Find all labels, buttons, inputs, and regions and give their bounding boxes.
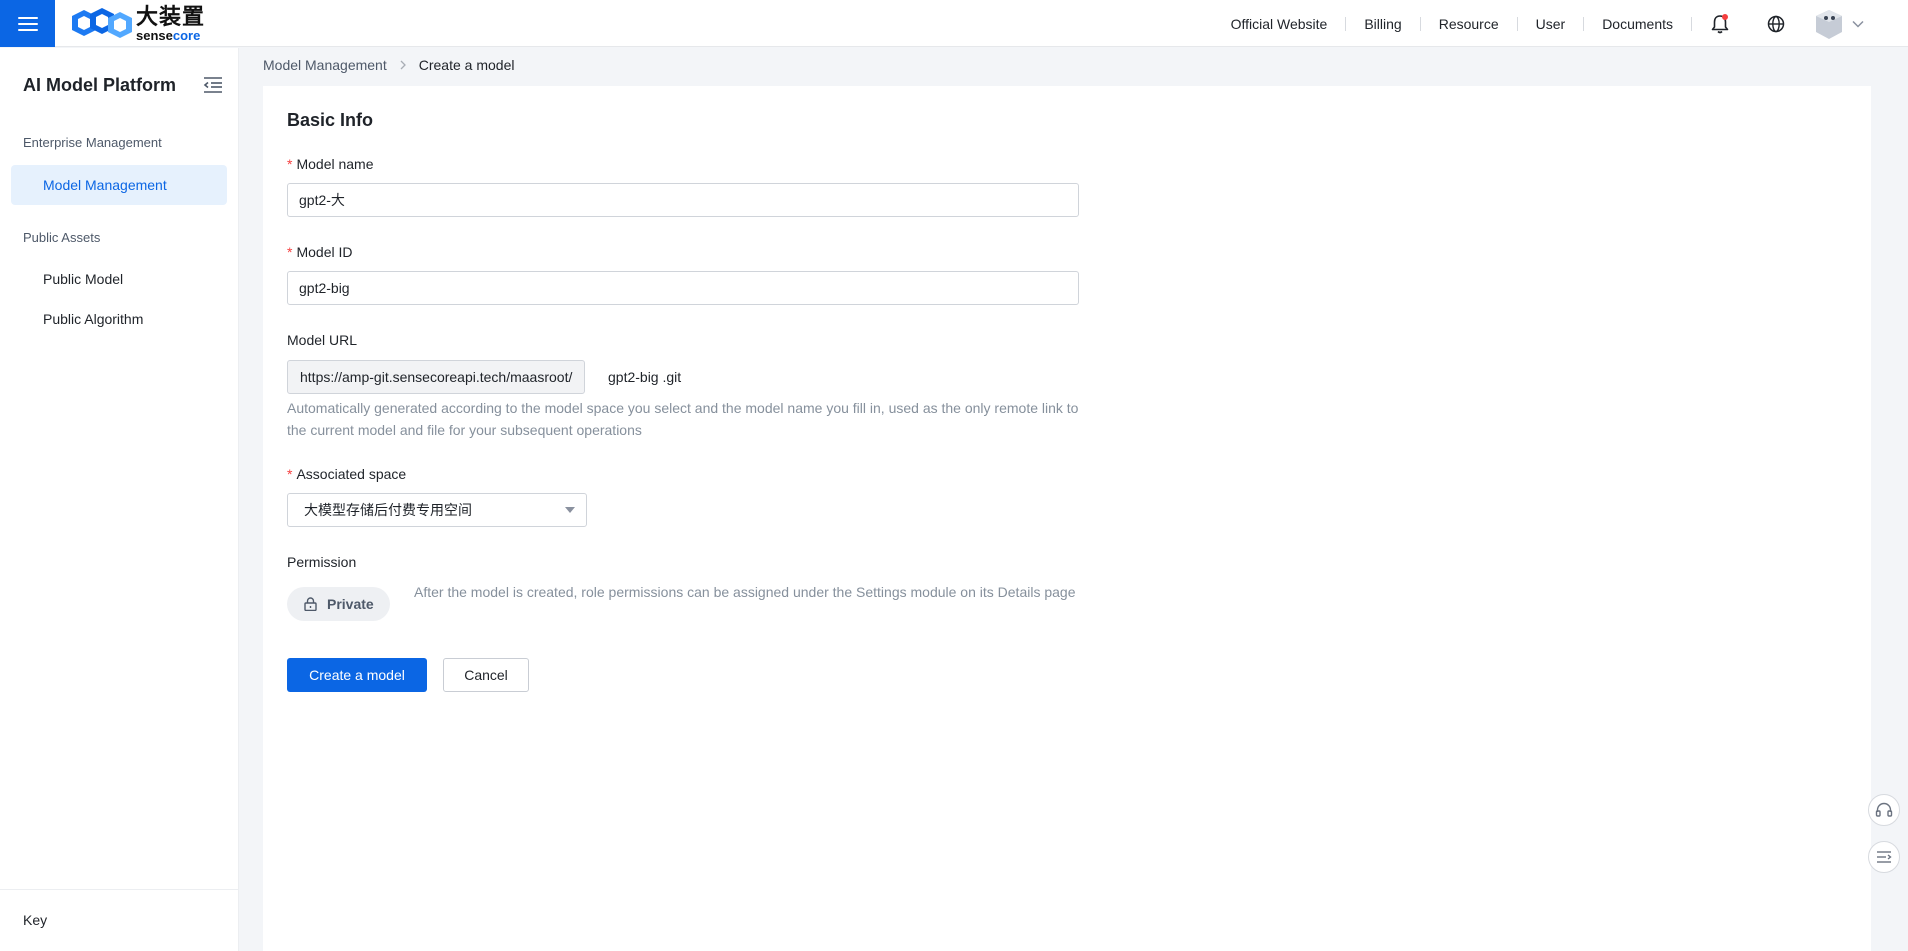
support-button[interactable] [1868,794,1900,826]
sidebar-item-model-management[interactable]: Model Management [11,165,227,205]
model-url-label: Model URL [287,332,358,348]
headset-icon [1875,802,1893,817]
list-indent-icon [1877,851,1892,863]
top-nav: Official Website Billing Resource User D… [1213,0,1908,47]
hamburger-icon [17,16,38,31]
menu-button[interactable] [0,0,55,47]
model-name-input[interactable] [287,183,1079,217]
notification-dot [1722,14,1728,20]
user-menu[interactable] [1804,0,1908,47]
model-id-label: * Model ID [287,244,353,260]
required-mark: * [287,156,293,172]
menu-toggle-button[interactable] [1868,841,1900,873]
cancel-button[interactable]: Cancel [443,658,529,692]
globe-icon [1767,15,1785,32]
lock-icon [304,597,317,611]
logo[interactable]: 大装置 sensecore [72,4,205,44]
language-button[interactable] [1748,0,1804,47]
nav-documents[interactable]: Documents [1584,16,1692,31]
sidebar-footer: Key [0,889,238,951]
model-url-suffix: gpt2-big .git [608,369,682,385]
permission-hint: After the model is created, role permiss… [414,584,1076,600]
private-label: Private [327,596,374,612]
private-permission-toggle[interactable]: Private [287,587,390,621]
breadcrumb: Model Management Create a model [263,57,514,73]
breadcrumb-current: Create a model [418,57,515,73]
section-title: Basic Info [287,110,374,130]
nav-user[interactable]: User [1518,16,1585,31]
sidebar-group-enterprise: Enterprise Management [23,135,162,150]
sidebar: AI Model Platform Enterprise Management … [0,48,239,951]
create-model-form: Basic Info *Model name *Model ID Model U… [263,86,1871,951]
top-bar: 大装置 sensecore Official Website Billing R… [0,0,1908,47]
sidebar-key-link[interactable]: Key [23,912,47,928]
chevron-down-icon [1852,20,1864,28]
logo-cn-text: 大装置 [136,4,206,29]
cube-logo-icon [72,8,132,38]
model-url-prefix: https://amp-git.sensecoreapi.tech/maasro… [287,360,586,394]
logo-en-text: sensecore [136,28,201,43]
associated-space-select[interactable]: 大模型存储后付费专用空间 [287,493,587,527]
avatar [1816,9,1842,39]
nav-resource[interactable]: Resource [1421,16,1518,31]
caret-down-icon [565,507,575,513]
associated-space-label: * Associated space [287,466,407,482]
model-url-hint: Automatically generated according to the… [287,400,1079,438]
required-mark: * [287,244,293,260]
notifications-button[interactable] [1692,0,1748,47]
permission-label: Permission [287,554,357,570]
associated-space-value: 大模型存储后付费专用空间 [304,502,472,518]
model-id-input[interactable] [287,271,1079,305]
collapse-sidebar-icon[interactable] [203,76,223,94]
breadcrumb-parent[interactable]: Model Management [263,57,387,73]
create-model-button[interactable]: Create a model [287,658,427,692]
required-mark: * [287,466,293,482]
chevron-right-icon [400,60,406,70]
sidebar-item-public-model[interactable]: Public Model [11,259,227,299]
platform-title: AI Model Platform [23,75,177,95]
nav-official-website[interactable]: Official Website [1213,16,1347,31]
sidebar-group-public-assets: Public Assets [23,230,101,245]
model-name-label: * Model name [287,156,374,172]
sidebar-item-public-algorithm[interactable]: Public Algorithm [11,299,227,339]
nav-billing[interactable]: Billing [1346,16,1421,31]
